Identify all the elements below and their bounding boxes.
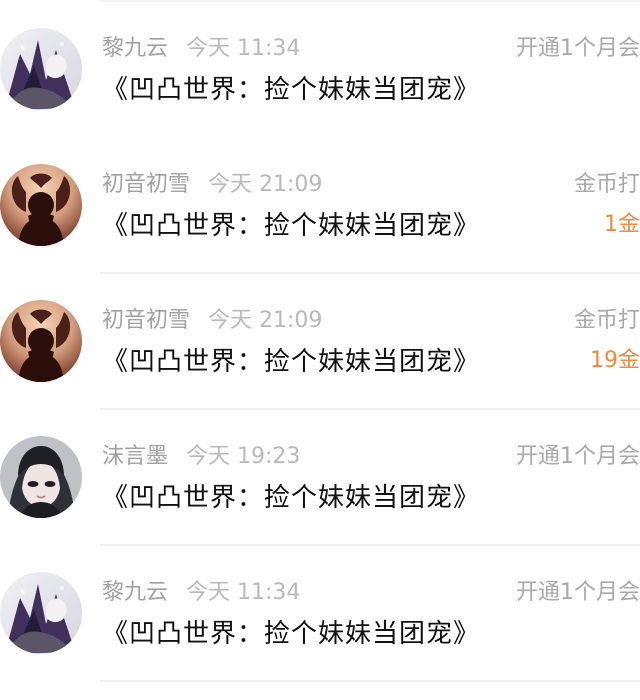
anime-girl-avatar-image [0, 436, 82, 518]
reward-amount: 19金 [590, 348, 640, 373]
timestamp: 今天 21:09 [208, 172, 323, 197]
book-title[interactable]: 《凹凸世界：捡个妹妹当团宠》 [102, 208, 480, 244]
avatar[interactable] [0, 300, 82, 382]
avatar[interactable] [0, 164, 82, 246]
user-name[interactable]: 初音初雪 [102, 308, 190, 333]
user-name[interactable]: 初音初雪 [102, 172, 190, 197]
book-title[interactable]: 《凹凸世界：捡个妹妹当团宠》 [102, 616, 480, 652]
reward-type: 开通1个月会 [516, 580, 640, 605]
row-divider [100, 680, 640, 682]
silhouette-heart-avatar-image [0, 164, 82, 246]
list-item[interactable]: 沫言墨 今天 19:23 《凹凸世界：捡个妹妹当团宠》 开通1个月会 [0, 408, 640, 546]
user-name[interactable]: 黎九云 [102, 36, 168, 61]
reward-type: 金币打 [573, 172, 640, 197]
timestamp: 今天 11:34 [186, 580, 301, 605]
avatar[interactable] [0, 436, 82, 518]
book-title[interactable]: 《凹凸世界：捡个妹妹当团宠》 [102, 344, 480, 380]
user-name[interactable]: 沫言墨 [102, 444, 168, 469]
reward-type: 开通1个月会 [516, 36, 640, 61]
message-meta: 初音初雪 今天 21:09 [102, 170, 322, 200]
timestamp: 今天 11:34 [186, 36, 301, 61]
message-meta: 黎九云 今天 11:34 [102, 578, 300, 608]
avatar[interactable] [0, 28, 82, 110]
list-item[interactable]: 黎九云 今天 11:34 《凹凸世界：捡个妹妹当团宠》 开通1个月会 [0, 544, 640, 682]
silhouette-heart-avatar-image [0, 300, 82, 382]
anime-dark-avatar-image [0, 28, 82, 110]
message-meta: 初音初雪 今天 21:09 [102, 306, 322, 336]
book-title[interactable]: 《凹凸世界：捡个妹妹当团宠》 [102, 72, 480, 108]
list-item[interactable]: 初音初雪 今天 21:09 《凹凸世界：捡个妹妹当团宠》 金币打 19金 [0, 272, 640, 410]
message-meta: 沫言墨 今天 19:23 [102, 442, 300, 472]
list-item[interactable]: 初音初雪 今天 21:09 《凹凸世界：捡个妹妹当团宠》 金币打 1金 [0, 136, 640, 274]
timestamp: 今天 21:09 [208, 308, 323, 333]
reward-type: 开通1个月会 [516, 444, 640, 469]
timestamp: 今天 19:23 [186, 444, 301, 469]
user-name[interactable]: 黎九云 [102, 580, 168, 605]
message-list: 初音初雪 今天 21:09 《凹凸世界：捡个妹妹当团宠》 金币打 1金 初音初雪… [0, 0, 640, 700]
book-title[interactable]: 《凹凸世界：捡个妹妹当团宠》 [102, 480, 480, 516]
anime-dark-avatar-image [0, 572, 82, 654]
reward-amount: 1金 [604, 212, 640, 237]
message-meta: 黎九云 今天 11:34 [102, 34, 300, 64]
list-item[interactable]: 黎九云 今天 11:34 《凹凸世界：捡个妹妹当团宠》 开通1个月会 [0, 0, 640, 136]
reward-type: 金币打 [573, 308, 640, 333]
avatar[interactable] [0, 572, 82, 654]
